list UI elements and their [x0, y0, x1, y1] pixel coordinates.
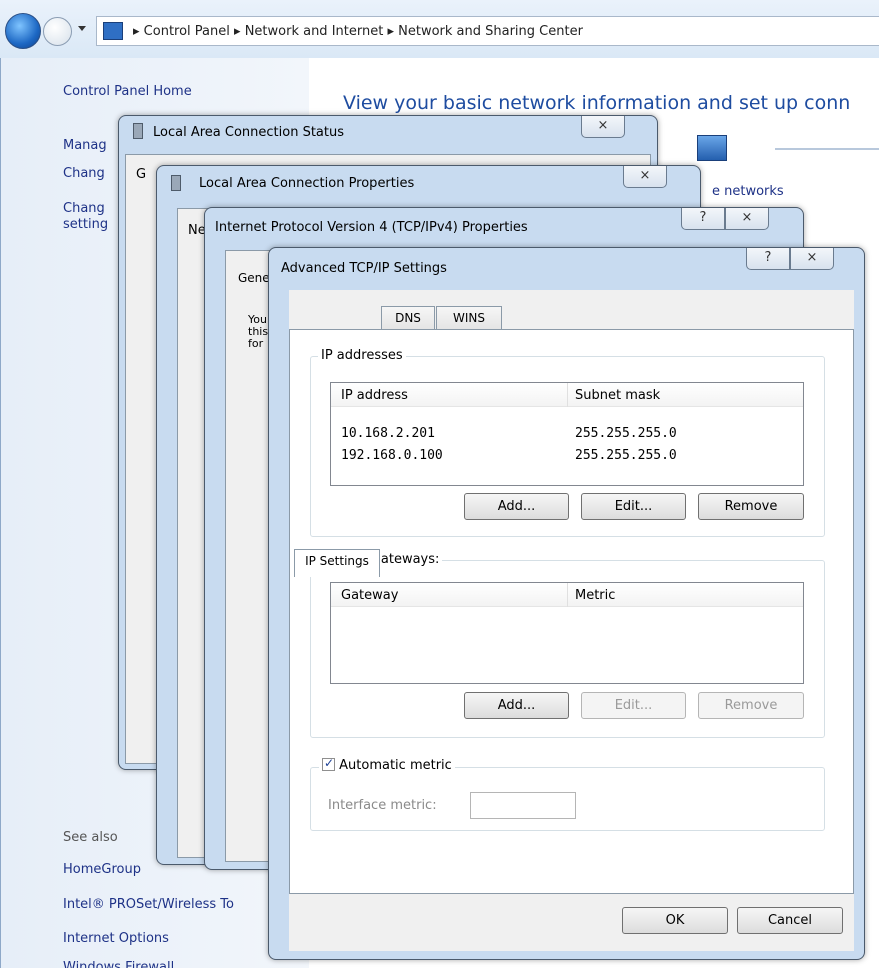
column-ip-address[interactable]: IP address	[341, 388, 408, 403]
gateway-add-button[interactable]: Add...	[464, 692, 569, 719]
ok-button[interactable]: OK	[622, 907, 728, 934]
chevron-right-icon: ▸	[133, 24, 144, 39]
close-icon[interactable]: ×	[790, 248, 834, 270]
ip-addresses-label: IP addresses	[318, 348, 406, 363]
address-bar-area: ▸ Control Panel ▸ Network and Internet ▸…	[0, 0, 879, 58]
ip-addresses-group: IP addresses IP address Subnet mask 10.1…	[310, 348, 825, 537]
checkmark-icon: ✓	[324, 758, 335, 770]
close-icon[interactable]: ×	[581, 116, 625, 138]
interface-metric-label: Interface metric:	[328, 798, 437, 813]
ip-address-cell: 10.168.2.201	[341, 426, 435, 441]
network-computers-icon	[697, 135, 727, 161]
gateway-list[interactable]: Gateway Metric	[330, 582, 804, 684]
ip-remove-button[interactable]: Remove	[698, 493, 804, 520]
table-row[interactable]: 10.168.2.201 255.255.255.0	[331, 424, 803, 444]
network-folder-icon	[103, 22, 123, 40]
column-subnet-mask[interactable]: Subnet mask	[575, 388, 660, 403]
sidebar-item-manage[interactable]: Manag	[63, 138, 107, 153]
help-icon[interactable]: ?	[681, 208, 725, 230]
tab-panel: IP addresses IP address Subnet mask 10.1…	[289, 329, 854, 894]
subnet-mask-cell: 255.255.255.0	[575, 448, 677, 463]
close-icon[interactable]: ×	[725, 208, 769, 230]
tab-ip-settings[interactable]: IP Settings	[294, 549, 380, 577]
ip-list-header: IP address Subnet mask	[331, 383, 803, 407]
column-metric[interactable]: Metric	[575, 588, 615, 603]
ip-address-cell: 192.168.0.100	[341, 448, 443, 463]
tab-wins[interactable]: WINS	[436, 306, 502, 330]
sidebar-item-change-adapter[interactable]: Chang	[63, 166, 105, 181]
automatic-metric-row: ✓ Automatic metric	[319, 758, 455, 773]
chevron-right-icon: ▸	[234, 24, 245, 39]
ipv4-tab-general[interactable]: Gene	[238, 271, 270, 285]
link-windows-firewall[interactable]: Windows Firewall	[63, 960, 174, 968]
link-internet-options[interactable]: Internet Options	[63, 931, 169, 946]
default-gateways-group: Default gateways: Gateway Metric Add... …	[310, 552, 825, 738]
status-tab-general[interactable]: G	[136, 167, 146, 182]
link-homegroup[interactable]: HomeGroup	[63, 862, 141, 877]
tab-dns[interactable]: DNS	[381, 306, 435, 330]
advanced-window-title: Advanced TCP/IP Settings	[281, 261, 447, 276]
network-adapter-icon	[171, 175, 181, 191]
ip-address-list[interactable]: IP address Subnet mask 10.168.2.201 255.…	[330, 382, 804, 486]
cancel-button[interactable]: Cancel	[737, 907, 843, 934]
advanced-tcpip-window: Advanced TCP/IP Settings ? × IP Settings…	[268, 247, 865, 960]
properties-window-title: Local Area Connection Properties	[199, 176, 415, 191]
table-row[interactable]: 192.168.0.100 255.255.255.0	[331, 446, 803, 466]
networks-label[interactable]: e networks	[712, 184, 784, 199]
history-dropdown-icon[interactable]	[78, 26, 86, 31]
sidebar-item-change-advanced-2[interactable]: setting	[63, 217, 108, 232]
status-window-title: Local Area Connection Status	[153, 125, 344, 140]
gateway-edit-button: Edit...	[581, 692, 686, 719]
see-also-heading: See also	[63, 830, 118, 845]
metric-group: ✓ Automatic metric Interface metric:	[310, 758, 825, 831]
link-intel-proset[interactable]: Intel® PROSet/Wireless To	[63, 897, 234, 912]
interface-metric-input	[470, 792, 576, 819]
ip-edit-button[interactable]: Edit...	[581, 493, 686, 520]
ipv4-intro-text: You this for	[248, 314, 269, 350]
automatic-metric-checkbox[interactable]: ✓	[322, 758, 335, 771]
forward-icon[interactable]	[43, 17, 72, 46]
sidebar-item-home[interactable]: Control Panel Home	[63, 84, 192, 99]
breadcrumb-control-panel[interactable]: Control Panel	[144, 24, 230, 39]
column-gateway[interactable]: Gateway	[341, 588, 398, 603]
breadcrumb: ▸ Control Panel ▸ Network and Internet ▸…	[133, 24, 583, 39]
ip-add-button[interactable]: Add...	[464, 493, 569, 520]
ipv4-window-title: Internet Protocol Version 4 (TCP/IPv4) P…	[215, 220, 528, 235]
address-box[interactable]: ▸ Control Panel ▸ Network and Internet ▸…	[96, 16, 879, 46]
network-adapter-icon	[133, 123, 143, 139]
automatic-metric-label[interactable]: Automatic metric	[339, 758, 452, 773]
sidebar-item-change-advanced[interactable]: Chang	[63, 201, 105, 216]
back-icon[interactable]	[5, 13, 41, 49]
chevron-right-icon: ▸	[387, 24, 399, 39]
breadcrumb-sharing-center[interactable]: Network and Sharing Center	[398, 24, 583, 39]
breadcrumb-network-internet[interactable]: Network and Internet	[245, 24, 384, 39]
subnet-mask-cell: 255.255.255.0	[575, 426, 677, 441]
close-icon[interactable]: ×	[623, 166, 667, 188]
page-title: View your basic network information and …	[343, 92, 851, 114]
gateway-remove-button: Remove	[698, 692, 804, 719]
help-icon[interactable]: ?	[746, 248, 790, 270]
gateway-list-header: Gateway Metric	[331, 583, 803, 607]
network-map-line	[775, 148, 879, 150]
